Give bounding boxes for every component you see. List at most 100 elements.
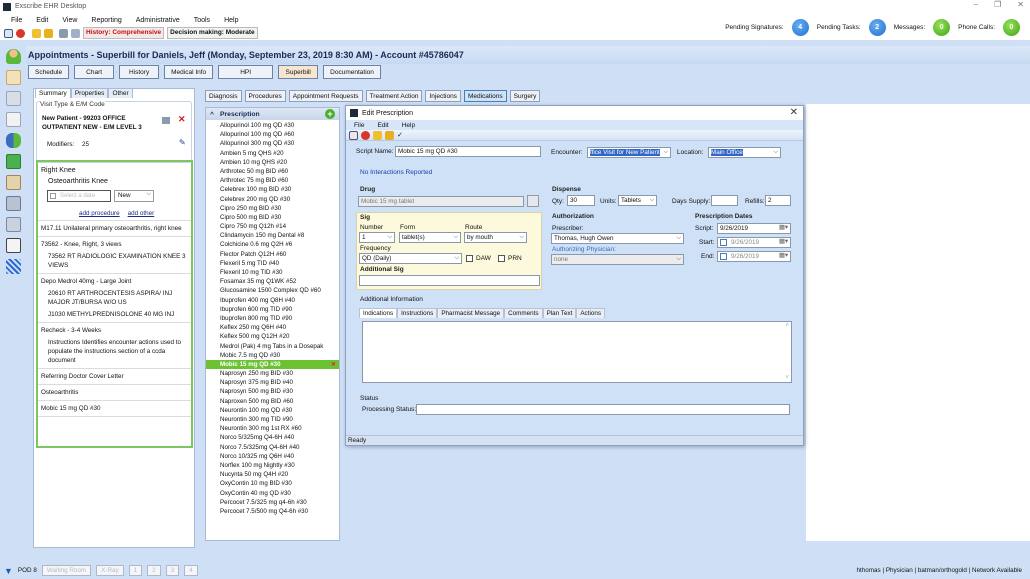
- prescription-item[interactable]: Allopurinol 300 mg QD #30: [206, 139, 339, 148]
- tab-plan-text[interactable]: Plan Text: [542, 308, 577, 318]
- tab-injections[interactable]: Injections: [425, 90, 461, 102]
- room-xray[interactable]: X-Ray: [96, 565, 124, 576]
- calendar-dropdown-icon[interactable]: ▦▾: [779, 252, 788, 260]
- prescription-item[interactable]: Naprosyn 500 mg BID #30: [206, 387, 339, 396]
- menu-help[interactable]: Help: [224, 17, 238, 24]
- notebook-icon[interactable]: [5, 175, 21, 190]
- messages-badge[interactable]: 0: [933, 19, 951, 36]
- prescription-item[interactable]: Celebrex 200 mg QD #30: [206, 195, 339, 204]
- add-procedure-link[interactable]: add procedure: [79, 210, 120, 217]
- tab-pharmacist-message[interactable]: Pharmacist Message: [437, 308, 505, 318]
- frequency-select[interactable]: QD (Daily): [359, 253, 462, 264]
- add-favorite-icon[interactable]: [385, 130, 394, 140]
- scroll-up-icon[interactable]: ˄: [785, 323, 789, 329]
- prescription-item[interactable]: Arthrotec 50 mg BID #60: [206, 167, 339, 176]
- prescription-item[interactable]: Fosamax 35 mg Q1WK #52: [206, 277, 339, 286]
- collapse-icon[interactable]: ^: [210, 111, 214, 118]
- menu-view[interactable]: View: [62, 17, 77, 24]
- edit-pencil-icon[interactable]: ✎: [179, 138, 186, 147]
- dialog-menu-file[interactable]: File: [354, 122, 364, 129]
- end-date-picker[interactable]: 9/26/2019 ▦▾: [717, 251, 791, 262]
- tab-properties[interactable]: Properties: [70, 88, 109, 98]
- refills-input[interactable]: 2: [765, 195, 791, 206]
- additional-sig-input[interactable]: [359, 275, 540, 286]
- menu-tools[interactable]: Tools: [194, 17, 210, 24]
- filter-icon[interactable]: ▼: [4, 566, 13, 576]
- dialog-menu-help[interactable]: Help: [402, 122, 415, 129]
- tab-appointment-requests[interactable]: Appointment Requests: [288, 90, 363, 102]
- tab-indications[interactable]: Indications: [359, 308, 398, 318]
- tab-surgery[interactable]: Surgery: [509, 90, 541, 102]
- cancel-icon[interactable]: [361, 130, 370, 140]
- encounter-select[interactable]: ffice Visit for New Patient: [587, 147, 671, 158]
- phone-calls-badge[interactable]: 0: [1003, 19, 1020, 36]
- grid-icon[interactable]: [5, 259, 21, 274]
- chart-button[interactable]: Chart: [74, 65, 115, 79]
- room-2[interactable]: 2: [147, 565, 161, 576]
- prescription-item[interactable]: Glucosamine 1500 Complex QD #60: [206, 286, 339, 295]
- copy-icon[interactable]: [71, 28, 80, 38]
- prescription-item[interactable]: Nucynta 50 mg Q4H #20: [206, 470, 339, 479]
- date-checkbox[interactable]: [50, 193, 56, 199]
- print-icon[interactable]: [59, 28, 68, 38]
- save-icon[interactable]: [4, 28, 13, 38]
- prescription-item[interactable]: Ambien 5 mg QHS #20: [206, 149, 339, 158]
- prescription-item[interactable]: Mobic 7.5 mg QD #30: [206, 351, 339, 360]
- prescription-item[interactable]: Colchicine 0.6 mg Q2H #6: [206, 240, 339, 249]
- prescription-item[interactable]: Flexeril 5 mg TID #40: [206, 259, 339, 268]
- location-select[interactable]: Main Office: [708, 147, 781, 158]
- prescription-item[interactable]: Naprosyn 250 mg BID #30: [206, 369, 339, 378]
- superbill-item[interactable]: Recheck - 3-4 Weeks Instructions Identifi…: [38, 323, 191, 369]
- superbill-button[interactable]: Superbill: [278, 65, 319, 79]
- tab-summary[interactable]: Summary: [35, 88, 71, 98]
- prescription-item[interactable]: Naprosyn 375 mg BID #40: [206, 378, 339, 387]
- favorite-icon[interactable]: [373, 130, 382, 140]
- indications-textarea[interactable]: ˄ ˅: [362, 321, 792, 383]
- scroll-down-icon[interactable]: ˅: [785, 375, 789, 381]
- end-date-checkbox[interactable]: [720, 253, 727, 260]
- schedule-button[interactable]: Schedule: [28, 65, 70, 79]
- units-select[interactable]: Tablets: [618, 195, 657, 206]
- dialog-close-button[interactable]: ✕: [790, 107, 798, 118]
- prescription-item[interactable]: Allopurinol 100 mg QD #60: [206, 130, 339, 139]
- menu-administrative[interactable]: Administrative: [136, 17, 180, 24]
- calendar-icon[interactable]: [5, 70, 21, 85]
- prescription-item[interactable]: Keflex 500 mg Q12H #20: [206, 332, 339, 341]
- date-picker[interactable]: Select a date: [47, 190, 111, 202]
- prescription-item[interactable]: Cipro 250 mg BID #30: [206, 204, 339, 213]
- prn-checkbox[interactable]: [498, 255, 505, 262]
- room-1[interactable]: 1: [128, 565, 143, 576]
- users-icon[interactable]: [5, 133, 21, 148]
- prescription-item[interactable]: Norflex 100 mg Nightly #30: [206, 461, 339, 470]
- room-4[interactable]: 4: [184, 565, 198, 576]
- prescription-item[interactable]: Naproxen 500 mg BID #60: [206, 397, 339, 406]
- form-select[interactable]: tablet(s): [399, 232, 461, 243]
- number-select[interactable]: 1: [359, 232, 395, 243]
- superbill-item[interactable]: Depo Medrol 40mg - Large Joint 20610 RT A…: [38, 274, 191, 323]
- superbill-item[interactable]: M17.11 Unilateral primary osteoarthritis…: [38, 221, 191, 237]
- home-star-icon[interactable]: [32, 28, 41, 38]
- prescription-item[interactable]: Neurontin 100 mg QD #30: [206, 406, 339, 415]
- remove-icon[interactable]: ✕: [178, 114, 186, 125]
- prescription-item[interactable]: Norco 10/325 mg Q6H #40: [206, 452, 339, 461]
- pending-signatures-badge[interactable]: 4: [791, 19, 809, 36]
- prescription-item[interactable]: Ibuprofen 400 mg Q8H #40: [206, 296, 339, 305]
- prescription-item[interactable]: Keflex 250 mg Q6H #40: [206, 323, 339, 332]
- menu-reporting[interactable]: Reporting: [91, 17, 121, 24]
- dialog-menu-edit[interactable]: Edit: [377, 122, 388, 129]
- add-prescription-icon[interactable]: +: [325, 109, 335, 119]
- prescription-item[interactable]: Percocet 7.5/500 mg Q4-6h #30: [206, 507, 339, 516]
- medical-info-button[interactable]: Medical Info: [164, 65, 214, 79]
- superbill-item[interactable]: 73562 - Knee, Right, 3 views 73562 RT RAD…: [38, 237, 191, 274]
- prescription-item[interactable]: OxyContin 40 mg QD #30: [206, 489, 339, 498]
- daw-checkbox[interactable]: [466, 255, 473, 262]
- document-icon[interactable]: [5, 112, 21, 127]
- tab-instructions[interactable]: Instructions: [397, 308, 438, 318]
- script-name-input[interactable]: Mobic 15 mg QD #30: [395, 146, 541, 157]
- prescription-item[interactable]: Neurontin 300 mg 1st RX #60: [206, 424, 339, 433]
- pending-tasks-badge[interactable]: 2: [868, 19, 886, 36]
- remove-prescription-icon[interactable]: ✕: [331, 360, 336, 369]
- prescription-item[interactable]: Percocet 7.5/325 mg q4-6h #30: [206, 498, 339, 507]
- prescription-item[interactable]: Cipro 750 mg Q12h #14: [206, 222, 339, 231]
- tab-other[interactable]: Other: [108, 88, 133, 98]
